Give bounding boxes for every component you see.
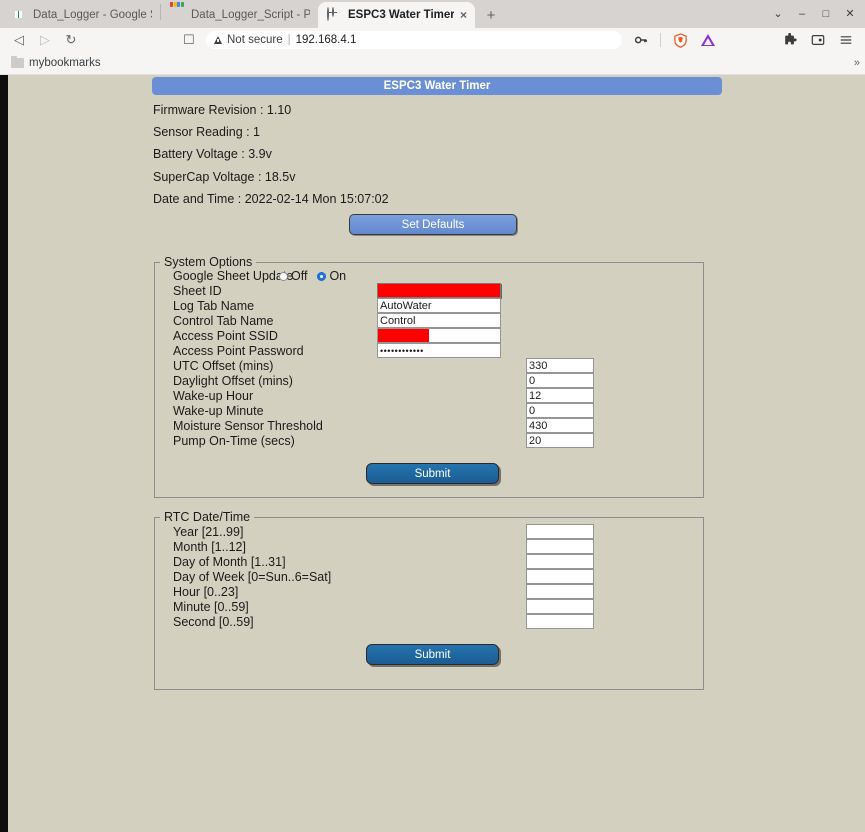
radio-on-label: On bbox=[329, 269, 347, 283]
bookmark-item-mybookmarks[interactable]: mybookmarks bbox=[6, 55, 106, 70]
label-pump-on-time: Pump On-Time (secs) bbox=[173, 434, 295, 448]
profile-icon[interactable] bbox=[805, 29, 831, 51]
control-tab-name-input[interactable] bbox=[377, 313, 501, 328]
omnibox-separator: | bbox=[287, 34, 291, 46]
tab-label: Data_Logger_Script - Project E bbox=[191, 9, 310, 21]
utc-offset-input[interactable] bbox=[526, 358, 594, 373]
info-firmware-revision: Firmware Revision : 1.10 bbox=[153, 103, 292, 117]
browser-window: Data_Logger - Google Sheets Data_Logger_… bbox=[0, 0, 865, 832]
google-sheet-update-radio-group[interactable]: Off On bbox=[279, 269, 353, 283]
tab-data-logger-sheets[interactable]: Data_Logger - Google Sheets bbox=[3, 2, 160, 28]
triangle-extension-icon[interactable] bbox=[695, 29, 721, 51]
system-options-legend: System Options bbox=[164, 255, 253, 269]
window-close-icon[interactable]: ✕ bbox=[839, 3, 861, 25]
label-moisture-sensor-threshold: Moisture Sensor Threshold bbox=[173, 419, 323, 433]
forward-icon[interactable]: ▷ bbox=[32, 29, 58, 51]
pump-on-time-input[interactable] bbox=[526, 433, 594, 448]
extensions-icon[interactable] bbox=[777, 29, 803, 51]
maximize-icon[interactable]: □ bbox=[815, 3, 837, 25]
wake-up-hour-input[interactable] bbox=[526, 388, 594, 403]
google-sheets-icon bbox=[12, 8, 26, 22]
tab-list-icon[interactable]: ⌄ bbox=[767, 3, 789, 25]
tab-label: Data_Logger - Google Sheets bbox=[33, 9, 152, 21]
minimize-icon[interactable]: – bbox=[791, 3, 813, 25]
month-input[interactable] bbox=[526, 539, 594, 554]
folder-icon bbox=[11, 55, 24, 68]
label-wake-up-hour: Wake-up Hour bbox=[173, 389, 254, 403]
label-wake-up-minute: Wake-up Minute bbox=[173, 404, 264, 418]
tab-espc3-water-timer[interactable]: ESPC3 Water Timer × bbox=[318, 2, 475, 28]
bookmarks-bar: mybookmarks » bbox=[0, 52, 865, 75]
rtc-datetime-submit-button[interactable]: Submit bbox=[366, 644, 499, 665]
minute-input[interactable] bbox=[526, 599, 594, 614]
label-google-sheet-update: Google Sheet Update bbox=[173, 269, 294, 283]
moisture-sensor-threshold-input[interactable] bbox=[526, 418, 594, 433]
new-tab-button[interactable]: + bbox=[479, 3, 503, 27]
browser-toolbar: ◁ ▷ ↻ ☐ Not secure | 192.168.4.1 bbox=[0, 28, 865, 52]
info-date-and-time: Date and Time : 2022-02-14 Mon 15:07:02 bbox=[153, 192, 389, 206]
security-status-text: Not secure bbox=[227, 34, 283, 46]
close-icon[interactable]: × bbox=[460, 9, 467, 21]
label-utc-offset: UTC Offset (mins) bbox=[173, 359, 274, 373]
day-of-week-input[interactable] bbox=[526, 569, 594, 584]
bookmarks-overflow-icon[interactable]: » bbox=[854, 57, 860, 69]
label-year: Year [21..99] bbox=[173, 525, 244, 539]
day-of-month-input[interactable] bbox=[526, 554, 594, 569]
access-point-password-input[interactable] bbox=[377, 343, 501, 358]
radio-off[interactable] bbox=[279, 271, 288, 281]
hour-input[interactable] bbox=[526, 584, 594, 599]
bookmark-icon[interactable]: ☐ bbox=[176, 29, 202, 51]
label-log-tab-name: Log Tab Name bbox=[173, 299, 255, 313]
bookmark-label: mybookmarks bbox=[29, 57, 101, 69]
second-input[interactable] bbox=[526, 614, 594, 629]
window-controls: ⌄ – □ ✕ bbox=[767, 0, 861, 27]
page-viewport: ESPC3 Water Timer Firmware Revision : 1.… bbox=[0, 75, 865, 832]
password-key-icon[interactable] bbox=[628, 29, 654, 51]
label-day-of-month: Day of Month [1..31] bbox=[173, 555, 286, 569]
tab-data-logger-script[interactable]: Data_Logger_Script - Project E bbox=[161, 2, 318, 28]
not-secure-warning-icon bbox=[214, 36, 222, 44]
info-sensor-reading: Sensor Reading : 1 bbox=[153, 125, 261, 139]
tab-label: ESPC3 Water Timer bbox=[348, 9, 454, 21]
espc3-water-timer-page: ESPC3 Water Timer Firmware Revision : 1.… bbox=[8, 75, 865, 832]
browser-menu-icon[interactable] bbox=[833, 29, 859, 51]
page-title: ESPC3 Water Timer bbox=[152, 77, 722, 95]
label-day-of-week: Day of Week [0=Sun..6=Sat] bbox=[173, 570, 332, 584]
radio-on[interactable] bbox=[317, 271, 327, 281]
system-options-submit-button[interactable]: Submit bbox=[366, 463, 499, 484]
label-minute: Minute [0..59] bbox=[173, 600, 249, 614]
year-input[interactable] bbox=[526, 524, 594, 539]
back-icon[interactable]: ◁ bbox=[6, 29, 32, 51]
label-access-point-ssid: Access Point SSID bbox=[173, 329, 278, 343]
daylight-offset-input[interactable] bbox=[526, 373, 594, 388]
tab-strip: Data_Logger - Google Sheets Data_Logger_… bbox=[0, 0, 865, 28]
label-sheet-id: Sheet ID bbox=[173, 284, 222, 298]
label-control-tab-name: Control Tab Name bbox=[173, 314, 274, 328]
label-second: Second [0..59] bbox=[173, 615, 254, 629]
url-text: 192.168.4.1 bbox=[295, 34, 357, 46]
label-daylight-offset: Daylight Offset (mins) bbox=[173, 374, 293, 388]
google-apps-script-icon bbox=[170, 2, 184, 22]
label-hour: Hour [0..23] bbox=[173, 585, 239, 599]
label-month: Month [1..12] bbox=[173, 540, 246, 554]
brave-shield-icon[interactable] bbox=[667, 29, 693, 51]
toolbar-right-actions bbox=[628, 29, 859, 51]
info-battery-voltage: Battery Voltage : 3.9v bbox=[153, 147, 272, 161]
rtc-datetime-legend: RTC Date/Time bbox=[164, 510, 251, 524]
label-access-point-password: Access Point Password bbox=[173, 344, 304, 358]
sheet-id-input[interactable] bbox=[377, 283, 501, 298]
radio-off-label: Off bbox=[291, 269, 308, 283]
info-supercap-voltage: SuperCap Voltage : 18.5v bbox=[153, 170, 296, 184]
wake-up-minute-input[interactable] bbox=[526, 403, 594, 418]
log-tab-name-input[interactable] bbox=[377, 298, 501, 313]
toolbar-divider bbox=[660, 33, 661, 47]
access-point-ssid-redaction bbox=[378, 329, 429, 342]
set-defaults-button[interactable]: Set Defaults bbox=[349, 214, 517, 235]
address-bar[interactable]: Not secure | 192.168.4.1 bbox=[206, 31, 622, 49]
reload-icon[interactable]: ↻ bbox=[58, 29, 84, 51]
viewport-left-edge bbox=[0, 75, 8, 832]
globe-icon bbox=[327, 7, 341, 22]
